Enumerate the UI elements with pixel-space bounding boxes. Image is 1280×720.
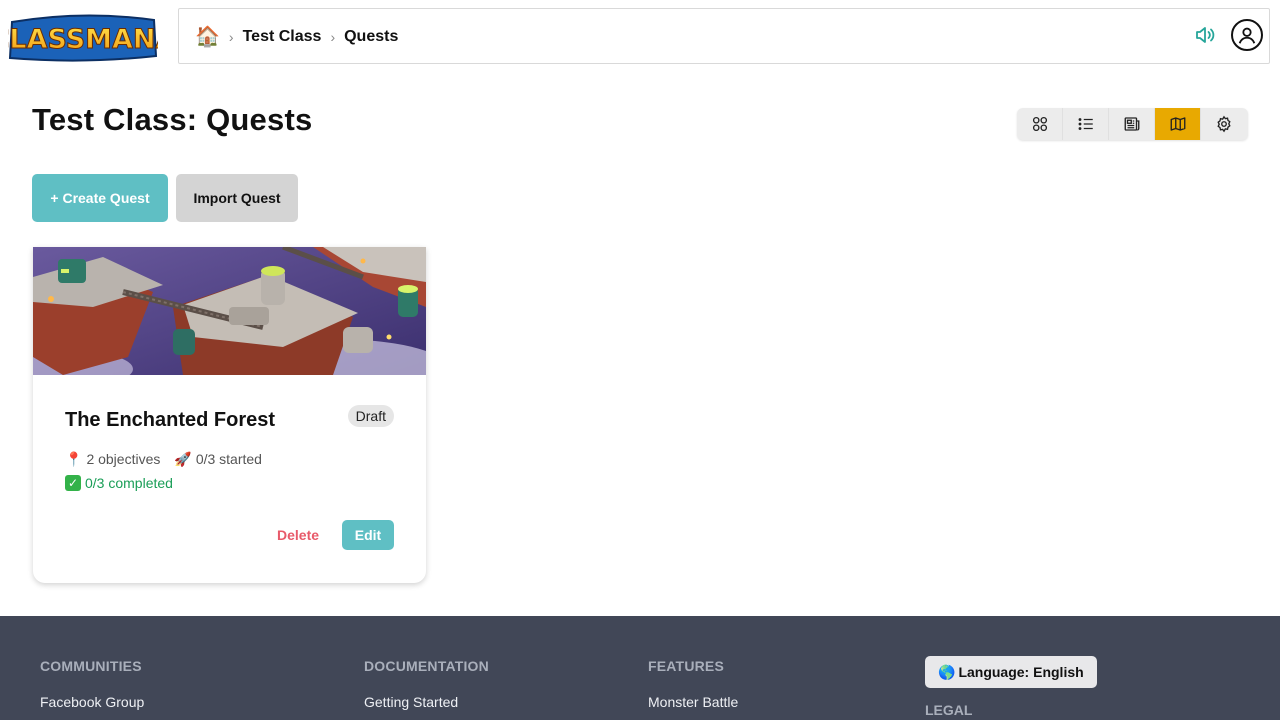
started-stat: 🚀 0/3 started bbox=[174, 451, 262, 468]
page-title: Test Class: Quests bbox=[32, 102, 313, 137]
speaker-icon[interactable] bbox=[1193, 23, 1217, 47]
footer-legal-heading: LEGAL bbox=[925, 702, 973, 718]
objectives-stat: 📍 2 objectives bbox=[65, 451, 160, 468]
footer-documentation: DOCUMENTATION Getting Started bbox=[364, 658, 489, 710]
chevron-right-icon: › bbox=[228, 29, 234, 45]
footer-communities: COMMUNITIES Facebook Group bbox=[40, 658, 144, 710]
completed-count: 0/3 completed bbox=[85, 475, 173, 491]
checkmark-icon: ✓ bbox=[65, 475, 81, 491]
language-label: Language: English bbox=[958, 664, 1084, 680]
grid-view-button[interactable] bbox=[1017, 108, 1063, 140]
chevron-right-icon: › bbox=[330, 29, 336, 45]
quest-title: The Enchanted Forest bbox=[65, 409, 276, 431]
quest-cover-image bbox=[33, 247, 426, 375]
import-quest-button[interactable]: Import Quest bbox=[176, 174, 298, 222]
delete-quest-button[interactable]: Delete bbox=[277, 527, 319, 543]
objectives-count: 2 objectives bbox=[86, 451, 161, 467]
facebook-group-link[interactable]: Facebook Group bbox=[40, 694, 144, 710]
user-avatar[interactable] bbox=[1231, 19, 1263, 51]
settings-view-button[interactable] bbox=[1201, 108, 1247, 140]
status-badge: Draft bbox=[347, 405, 394, 427]
grid-icon bbox=[1032, 116, 1047, 132]
gear-icon bbox=[1217, 115, 1231, 133]
footer-heading: DOCUMENTATION bbox=[364, 658, 489, 674]
logo-wordmark: CLASSMANA bbox=[8, 24, 158, 55]
top-bar: 🏠 › Test Class › Quests bbox=[178, 8, 1270, 64]
newspaper-view-button[interactable] bbox=[1109, 108, 1155, 140]
breadcrumb-test-class[interactable]: Test Class bbox=[243, 28, 322, 46]
classmana-logo[interactable]: CLASSMANA bbox=[8, 8, 158, 64]
getting-started-link[interactable]: Getting Started bbox=[364, 694, 489, 710]
started-count: 0/3 started bbox=[195, 451, 262, 467]
footer-heading: FEATURES bbox=[648, 658, 725, 674]
language-button[interactable]: 🌎 Language: English bbox=[925, 656, 1097, 688]
breadcrumb: 🏠 › Test Class › Quests bbox=[195, 9, 398, 65]
footer: COMMUNITIES Facebook Group DOCUMENTATION… bbox=[0, 616, 1280, 720]
house-icon[interactable]: 🏠 bbox=[195, 27, 220, 47]
create-quest-button[interactable]: + Create Quest bbox=[32, 174, 168, 222]
rocket-icon: 🚀 bbox=[174, 451, 192, 467]
footer-heading: COMMUNITIES bbox=[40, 658, 142, 674]
monster-battle-link[interactable]: Monster Battle bbox=[648, 694, 738, 710]
map-icon bbox=[1170, 117, 1185, 131]
pin-icon: 📍 bbox=[65, 451, 83, 467]
user-icon bbox=[1238, 27, 1256, 44]
footer-features: FEATURES Monster Battle bbox=[648, 658, 738, 710]
view-toggle bbox=[1017, 108, 1248, 140]
newspaper-icon bbox=[1124, 117, 1139, 131]
map-view-button[interactable] bbox=[1155, 108, 1201, 140]
breadcrumb-quests[interactable]: Quests bbox=[344, 28, 398, 46]
list-view-button[interactable] bbox=[1063, 108, 1109, 140]
completed-stat: ✓ 0/3 completed bbox=[65, 475, 173, 491]
list-icon bbox=[1078, 118, 1093, 130]
quest-meta: 📍 2 objectives 🚀 0/3 started bbox=[65, 451, 262, 468]
edit-quest-button[interactable]: Edit bbox=[342, 520, 394, 550]
globe-icon: 🌎 bbox=[938, 663, 956, 680]
quest-card[interactable]: The Enchanted Forest Draft 📍 2 objectives… bbox=[33, 247, 426, 583]
